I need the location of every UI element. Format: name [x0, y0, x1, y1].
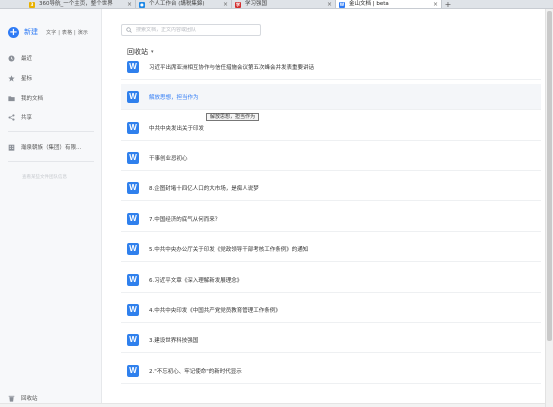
building-icon — [8, 144, 15, 151]
sidebar-item-label: 我的文档 — [21, 96, 44, 102]
tab-title: 金山文档 | beta — [349, 1, 389, 7]
tab-title: 360导航_一个主页，整个世界 — [39, 1, 113, 7]
sidebar-item-team[interactable]: 瀚泉朝族（集团）有限... — [8, 142, 81, 152]
close-tab-icon[interactable]: × — [433, 0, 438, 8]
kdocs-logo-icon: W — [339, 1, 345, 8]
document-title[interactable]: 6.习近平文章《深入理解新发展理念》 — [149, 276, 242, 284]
browser-tab[interactable]: 3 360导航_一个主页，整个世界 × — [26, 0, 136, 8]
folder-icon — [8, 95, 15, 101]
main-content: 回收站 ▾ W习近平出席亚洲相互协作与信任措施会议第五次峰会并发表重要讲话W解放… — [103, 9, 541, 407]
new-doc-types[interactable]: 文字 | 表格 | 演示 — [46, 29, 88, 36]
word-doc-icon: W — [127, 303, 139, 316]
document-title[interactable]: 干事创业忌初心 — [149, 154, 188, 162]
document-title[interactable]: 解放思想，担当作为 — [149, 93, 199, 101]
sidebar-item-starred[interactable]: 星标 — [8, 73, 32, 83]
tab-title: 学习强国 — [245, 1, 268, 7]
document-title[interactable]: 5.中共中央办公厅关于印发《党政领导干部考核工作条例》的通知 — [149, 245, 308, 253]
sidebar-item-label: 瀚泉朝族（集团）有限... — [21, 145, 82, 151]
search-input[interactable] — [136, 27, 256, 33]
document-row[interactable]: W 2."不忘初心、牢记使命"的新时代显示 — [121, 358, 541, 384]
new-tab-button[interactable]: + — [442, 0, 454, 8]
new-button-label[interactable]: 新建 — [24, 27, 38, 37]
sidebar-item-trash[interactable]: 回收站 — [8, 394, 38, 402]
sidebar-item-shared[interactable]: 共享 — [8, 112, 32, 122]
document-row[interactable]: W 干事创业忌初心 — [121, 145, 541, 171]
document-title[interactable]: 2."不忘初心、牢记使命"的新时代显示 — [149, 367, 242, 375]
workbench-icon: ● — [139, 1, 145, 8]
browser-tab[interactable]: ● 个人工作台 (講税集錦) × — [136, 0, 232, 8]
word-doc-icon: W — [127, 151, 139, 164]
sidebar-item-label: 星标 — [21, 76, 33, 82]
word-doc-icon: W — [127, 333, 139, 346]
browser-tab-active[interactable]: W 金山文档 | beta × — [336, 0, 442, 8]
clock-icon — [8, 54, 15, 62]
document-title[interactable]: 8.企图封堵十四亿人口的大市场，是痴人说梦 — [149, 184, 259, 192]
trash-icon — [8, 395, 15, 402]
document-row[interactable]: W 习近平出席亚洲相互协作与信任措施会议第五次峰会并发表重要讲话 — [121, 54, 541, 80]
document-row[interactable]: W 3.建设世界科技强国 — [121, 327, 541, 353]
sidebar-item-recent[interactable]: 最近 — [8, 53, 32, 63]
close-tab-icon[interactable]: × — [127, 0, 132, 8]
scrollbar-thumb[interactable] — [547, 11, 552, 341]
xuexi-logo-icon: 学 — [235, 1, 241, 8]
search-box[interactable] — [121, 24, 261, 36]
document-row[interactable]: W 解放思想，担当作为 — [121, 84, 541, 110]
sidebar-item-label: 共享 — [21, 115, 33, 121]
word-doc-icon: W — [127, 181, 139, 194]
document-row[interactable]: W 5.中共中央办公厅关于印发《党政领导干部考核工作条例》的通知 — [121, 236, 541, 262]
document-row[interactable]: W 7.中国经济的底气从何而来？ — [121, 206, 541, 232]
sidebar-item-my-docs[interactable]: 我的文档 — [8, 93, 43, 103]
tab-title: 个人工作台 (講税集錦) — [149, 1, 205, 7]
sidebar-divider — [8, 161, 94, 162]
document-title[interactable]: 习近平出席亚洲相互协作与信任措施会议第五次峰会并发表重要讲话 — [149, 63, 314, 71]
document-title[interactable]: 中共中央发出关于印发 — [149, 124, 204, 132]
sidebar-divider — [8, 131, 94, 132]
document-title[interactable]: 3.建设世界科技强国 — [149, 336, 198, 344]
sidebar: + 新建 文字 | 表格 | 演示 最近 星标 我的文档 共享 瀚泉朝族（集团）… — [0, 9, 102, 407]
word-doc-icon: W — [127, 60, 139, 73]
word-doc-icon: W — [127, 212, 139, 225]
close-tab-icon[interactable]: × — [327, 0, 332, 8]
sidebar-faint-note: 查看某些文件团队信息 — [22, 175, 67, 180]
search-icon — [126, 27, 132, 33]
tooltip: 解放思想，担当作为 — [206, 113, 260, 121]
browser-tab-strip: 3 360导航_一个主页，整个世界 × ● 个人工作台 (講税集錦) × 学 学… — [0, 0, 553, 9]
status-strip — [0, 403, 545, 407]
document-row[interactable]: W 中共中央发出关于印发 — [121, 115, 541, 141]
scrollbar[interactable] — [545, 9, 553, 407]
plus-icon[interactable]: + — [8, 26, 19, 38]
sidebar-item-label: 回收站 — [21, 396, 38, 402]
word-doc-icon: W — [127, 121, 139, 134]
word-doc-icon: W — [127, 364, 139, 377]
share-icon — [8, 113, 15, 121]
browser-tab[interactable]: 学 学习强国 × — [232, 0, 336, 8]
document-title[interactable]: 7.中国经济的底气从何而来？ — [149, 215, 220, 223]
new-document-row[interactable]: + 新建 文字 | 表格 | 演示 — [8, 26, 88, 38]
360-logo-icon: 3 — [29, 1, 35, 8]
word-doc-icon: W — [127, 90, 139, 103]
document-row[interactable]: W 6.习近平文章《深入理解新发展理念》 — [121, 267, 541, 293]
star-icon — [8, 74, 15, 81]
document-row[interactable]: W 4.中共中央印发《中国共产党党员教育管理工作条例》 — [121, 297, 541, 323]
sidebar-item-label: 最近 — [21, 56, 33, 62]
document-title[interactable]: 4.中共中央印发《中国共产党党员教育管理工作条例》 — [149, 306, 281, 314]
close-tab-icon[interactable]: × — [223, 0, 228, 8]
word-doc-icon: W — [127, 273, 139, 286]
word-doc-icon: W — [127, 242, 139, 255]
document-row[interactable]: W 8.企图封堵十四亿人口的大市场，是痴人说梦 — [121, 175, 541, 201]
